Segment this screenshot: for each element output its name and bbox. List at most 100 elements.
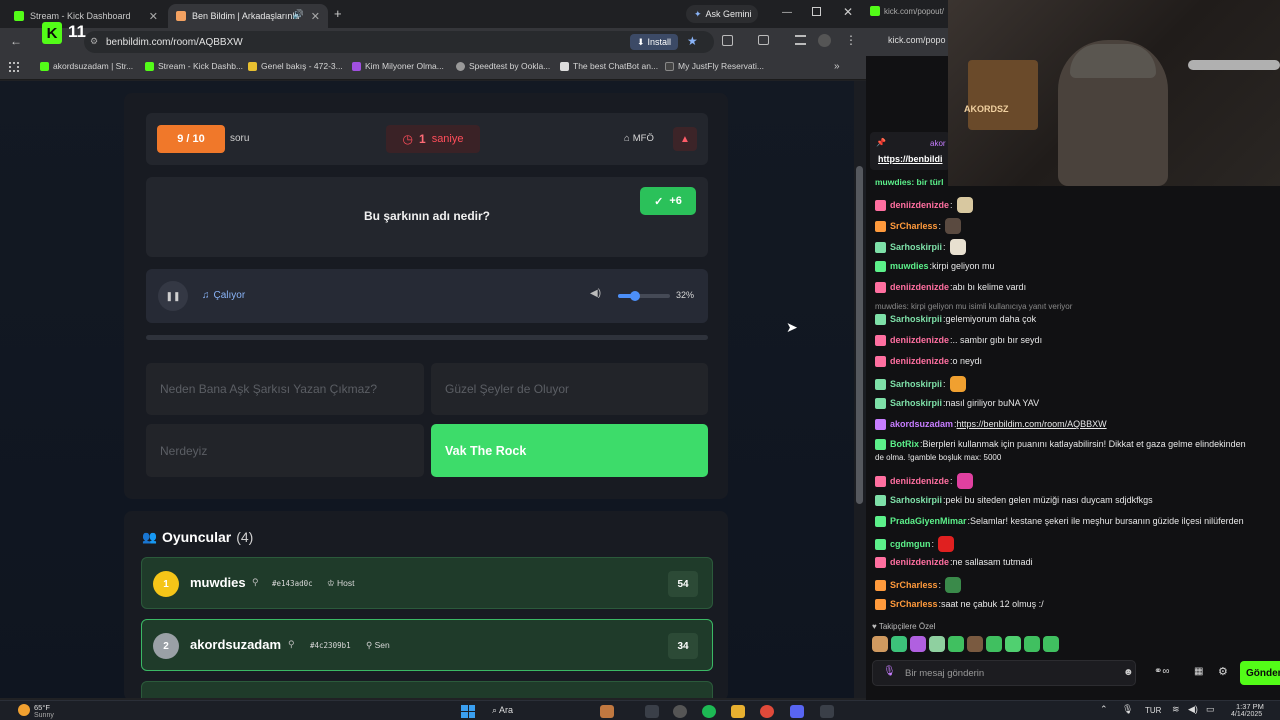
chat-username[interactable]: cgdmgun: [890, 538, 931, 550]
answer-option[interactable]: Nerdeyiz: [146, 424, 424, 477]
bookmark-item[interactable]: My JustFly Reservati...: [665, 61, 764, 71]
chat-username[interactable]: muwdies: [890, 260, 929, 272]
chat-username[interactable]: Sarhoskirpii: [890, 378, 942, 390]
minimize-icon[interactable]: —: [782, 7, 792, 18]
extensions-icon[interactable]: [722, 35, 733, 46]
send-button[interactable]: Gönder: [1240, 661, 1280, 685]
chat-username[interactable]: Sarhoskirpii: [890, 397, 942, 409]
chat-text[interactable]: https://benbildim.com/room/AQBBXW: [957, 418, 1107, 430]
volume-icon[interactable]: ◀): [590, 288, 601, 299]
answer-option[interactable]: Neden Bana Aşk Şarkısı Yazan Çıkmaz?: [146, 363, 424, 415]
install-button[interactable]: ⬇ Install: [630, 34, 678, 50]
chat-username[interactable]: BotRix: [890, 438, 919, 450]
bookmark-item[interactable]: akordsuzadam | Str...: [40, 61, 133, 71]
back-icon[interactable]: ←: [10, 34, 22, 48]
menu-dots-icon[interactable]: ⋮: [845, 33, 857, 47]
chat-username[interactable]: deniizdenizde: [890, 334, 949, 346]
maximize-icon[interactable]: [812, 7, 821, 16]
bookmark-item[interactable]: Kim Milyoner Olma...: [352, 61, 444, 71]
url-field[interactable]: ⚙ benbildim.com/room/AQBBXW: [84, 31, 714, 53]
ask-gemini-label: Ask Gemini: [705, 9, 752, 19]
taskbar-app-icon[interactable]: [600, 705, 614, 718]
scroll-thumb[interactable]: [856, 166, 863, 504]
clock-date[interactable]: 4/14/2025: [1231, 711, 1262, 718]
store-icon[interactable]: ▦: [1194, 666, 1203, 677]
emote-icon[interactable]: [1005, 636, 1021, 652]
media-control-icon[interactable]: [795, 35, 806, 45]
speaker-icon[interactable]: 🔊: [293, 9, 304, 20]
pause-button[interactable]: ❚❚: [158, 281, 188, 311]
discord-icon[interactable]: [790, 705, 804, 718]
chat-username[interactable]: deniizdenizde: [890, 355, 949, 367]
emote-icon[interactable]: [891, 636, 907, 652]
file-explorer-icon[interactable]: [731, 705, 745, 718]
emote-icon[interactable]: [986, 636, 1002, 652]
answer-option[interactable]: Güzel Şeyler de Oluyor: [431, 363, 708, 415]
taskbar-app-icon[interactable]: [645, 705, 659, 718]
page-scrollbar[interactable]: [854, 81, 866, 698]
bookmark-star-icon[interactable]: ★: [687, 34, 698, 48]
cast-icon[interactable]: [758, 35, 769, 45]
link-icon[interactable]: ⚭∞: [1154, 666, 1170, 677]
profile-avatar[interactable]: [818, 34, 831, 47]
playing-status: ♫ Çalıyor: [202, 290, 245, 301]
mic-icon[interactable]: 🎙: [883, 666, 896, 677]
close-icon[interactable]: ✕: [311, 10, 320, 23]
wifi-icon[interactable]: ≋: [1172, 704, 1180, 715]
emoji-icon[interactable]: ☻: [1123, 667, 1134, 678]
windows-start-icon[interactable]: [461, 705, 475, 718]
pinned-link[interactable]: https://benbildi: [878, 154, 943, 164]
chat-username[interactable]: deniizdenizde: [890, 556, 949, 568]
tab-kick-dashboard[interactable]: Stream - Kick Dashboard ✕: [6, 4, 166, 28]
chat-username[interactable]: deniizdenizde: [890, 475, 949, 487]
volume-tray-icon[interactable]: ◀): [1188, 704, 1198, 715]
emote-icon[interactable]: [1024, 636, 1040, 652]
ask-gemini-button[interactable]: ✦ Ask Gemini: [686, 5, 758, 23]
volume-knob[interactable]: [629, 291, 640, 301]
chat-username[interactable]: Sarhoskirpii: [890, 313, 942, 325]
spotify-icon[interactable]: [702, 705, 716, 718]
more-bookmarks-icon[interactable]: »: [834, 61, 840, 72]
language-indicator[interactable]: TUR: [1145, 706, 1161, 715]
taskbar-app-icon[interactable]: [820, 705, 834, 718]
site-info-icon[interactable]: ⚙: [90, 36, 98, 47]
close-window-icon[interactable]: ✕: [843, 5, 853, 19]
chrome-icon[interactable]: [760, 705, 774, 718]
emote-icon[interactable]: [967, 636, 983, 652]
tray-mic-icon[interactable]: 🎙: [1122, 704, 1133, 715]
chat-username[interactable]: PradaGiyenMimar: [890, 515, 967, 527]
chat-username[interactable]: Sarhoskirpii: [890, 494, 942, 506]
chat-username[interactable]: deniizdenizde: [890, 281, 949, 293]
volume-slider[interactable]: [618, 291, 670, 301]
chat-username[interactable]: SrCharless: [890, 220, 938, 232]
apps-grid-icon[interactable]: [9, 62, 19, 72]
user-icon: ⚲: [252, 577, 259, 587]
emote-icon[interactable]: [872, 636, 888, 652]
bookmark-item[interactable]: Stream - Kick Dashb...: [145, 61, 243, 71]
chat-username[interactable]: SrCharless: [890, 579, 938, 591]
emote-icon[interactable]: [929, 636, 945, 652]
bookmark-item[interactable]: Genel bakış - 472-3...: [248, 61, 343, 71]
bookmark-item[interactable]: Speedtest by Ookla...: [456, 61, 550, 71]
bookmark-item[interactable]: The best ChatBot an...: [560, 61, 658, 71]
emote-icon[interactable]: [1043, 636, 1059, 652]
chat-input[interactable]: 🎙 Bir mesaj gönderin ☻: [872, 660, 1136, 686]
clock-time[interactable]: 1:37 PM: [1236, 702, 1264, 711]
new-tab-icon[interactable]: +: [334, 6, 342, 21]
report-warning-icon[interactable]: ▲: [673, 127, 697, 151]
tray-chevron-icon[interactable]: ⌃: [1100, 704, 1108, 715]
popout-address[interactable]: kick.com/popo: [866, 28, 948, 56]
tab-ben-bildim[interactable]: Ben Bildim | Arkadaşlarınla 🔊 ✕: [168, 4, 328, 28]
chat-username[interactable]: Sarhoskirpii: [890, 241, 942, 253]
close-icon[interactable]: ✕: [149, 10, 158, 23]
answer-option-correct[interactable]: Vak The Rock: [431, 424, 708, 477]
emote-icon[interactable]: [948, 636, 964, 652]
taskbar-search[interactable]: ⌕ Ara: [492, 705, 513, 716]
battery-icon[interactable]: ▭: [1206, 704, 1215, 715]
chat-username[interactable]: akordsuzadam: [890, 418, 953, 430]
settings-gear-icon[interactable]: ⚙: [1218, 665, 1228, 678]
emote-icon[interactable]: [910, 636, 926, 652]
taskbar-app-icon[interactable]: [673, 705, 687, 718]
chat-username[interactable]: SrCharless: [890, 598, 938, 610]
chat-username[interactable]: deniizdenizde: [890, 199, 949, 211]
